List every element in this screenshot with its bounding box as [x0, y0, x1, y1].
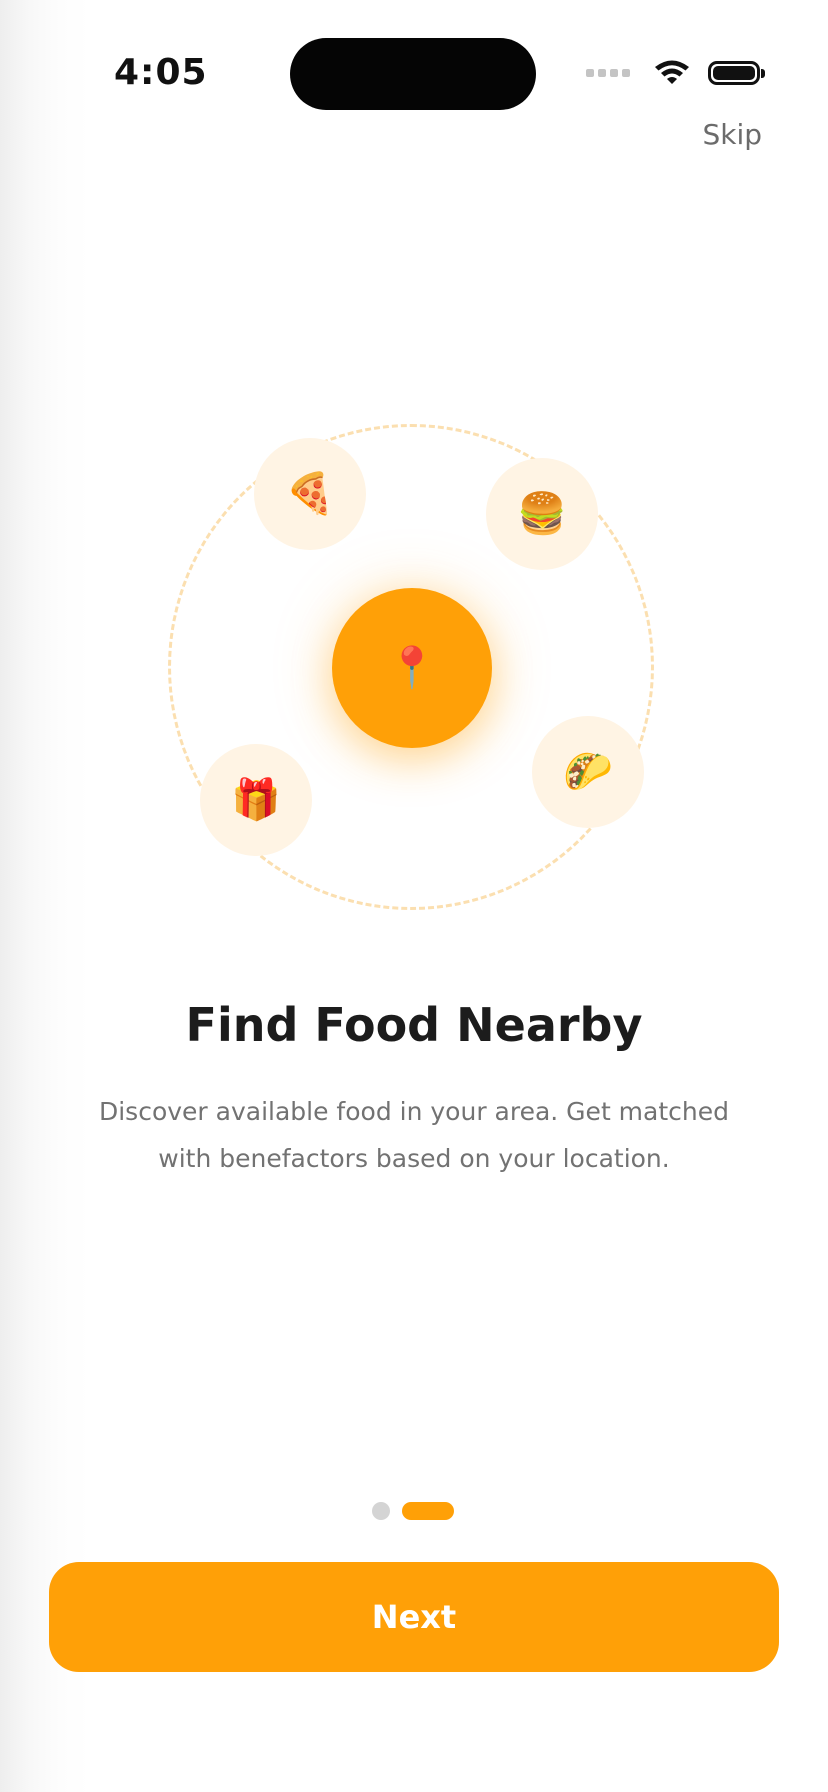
location-pin-icon: 📍: [387, 645, 437, 691]
burger-icon: 🍔: [517, 491, 567, 537]
onboarding-title: Find Food Nearby: [185, 998, 643, 1052]
skip-button[interactable]: Skip: [702, 118, 762, 151]
onboarding-description: Discover available food in your area. Ge…: [98, 1097, 730, 1173]
pizza-icon: 🍕: [285, 471, 335, 517]
burger-bubble: 🍔: [486, 458, 598, 570]
gift-icon: 🎁: [231, 777, 281, 823]
gift-bubble: 🎁: [200, 744, 312, 856]
status-time: 4:05: [114, 52, 208, 93]
status-icons: [586, 58, 765, 88]
battery-icon: [708, 61, 765, 85]
cellular-signal-icon: [586, 69, 630, 77]
dynamic-island: [290, 38, 536, 110]
onboarding-screen: 4:05 Skip 🍕 🍔 🌮 🎁 📍 Find Food Nearby Dis…: [0, 0, 828, 1792]
wifi-icon: [655, 60, 689, 84]
taco-bubble: 🌮: [532, 716, 644, 828]
taco-icon: 🌮: [563, 749, 613, 795]
pizza-bubble: 🍕: [254, 438, 366, 550]
page-dot-1[interactable]: [372, 1502, 390, 1520]
next-button[interactable]: Next: [49, 1562, 779, 1672]
page-indicator: [372, 1502, 454, 1520]
page-dot-2-active[interactable]: [402, 1502, 454, 1520]
location-center: 📍: [332, 588, 492, 748]
